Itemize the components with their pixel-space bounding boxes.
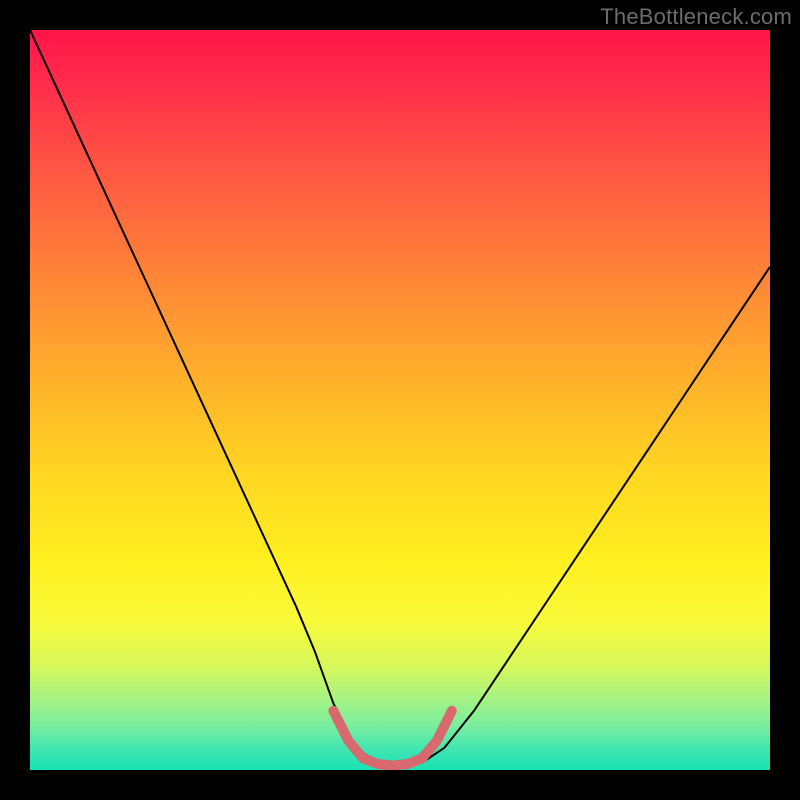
watermark-text: TheBottleneck.com: [600, 4, 792, 30]
plot-area: [30, 30, 770, 770]
chart-stage: TheBottleneck.com: [0, 0, 800, 800]
background-gradient: [30, 30, 770, 770]
